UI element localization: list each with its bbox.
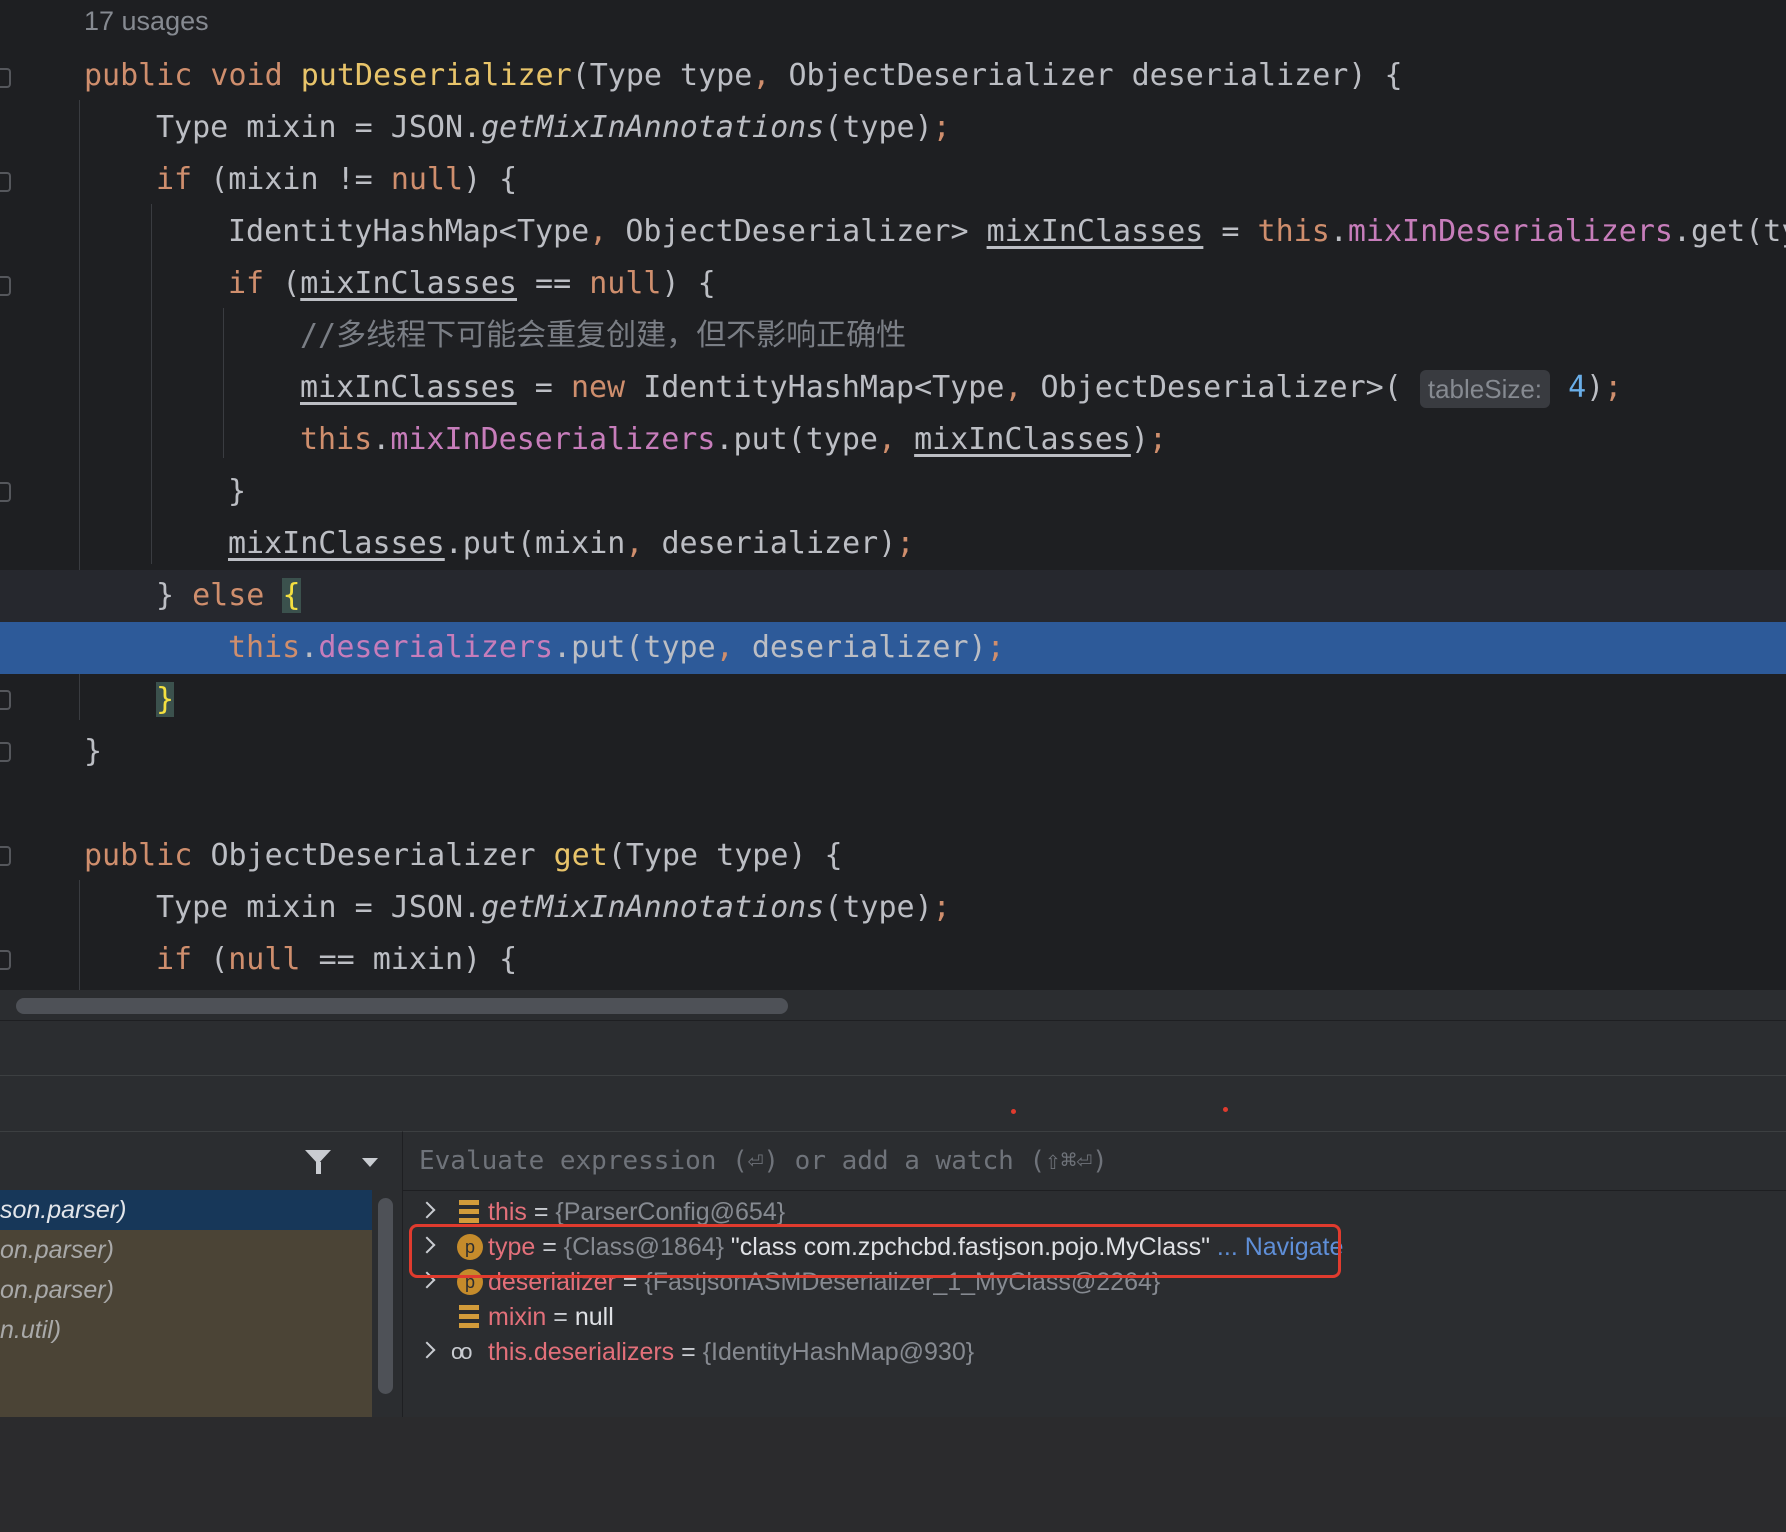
indicator-dot: [1223, 1107, 1228, 1112]
code-line[interactable]: if (mixInClasses == null) {: [0, 258, 1786, 310]
indicator-dot: [1011, 1109, 1016, 1114]
variable-equals: =: [526, 1198, 556, 1226]
code-line[interactable]: IdentityHashMap<Type, ObjectDeserializer…: [0, 206, 1786, 258]
code-line[interactable]: mixInClasses = new IdentityHashMap<Type,…: [0, 362, 1786, 414]
code-line[interactable]: Type mixin = JSON.getMixInAnnotations(ty…: [0, 882, 1786, 934]
chevron-down-icon[interactable]: [362, 1158, 378, 1167]
highlight-annotation-box: [409, 1224, 1341, 1278]
debug-toolbar: [0, 1020, 1786, 1075]
field-icon: [459, 1305, 479, 1329]
frame-item[interactable]: on.parser): [0, 1270, 372, 1310]
code-line[interactable]: public ObjectDeserializer get(Type type)…: [0, 830, 1786, 882]
frame-item[interactable]: son.parser): [0, 1190, 372, 1230]
variable-row[interactable]: mixin = null: [403, 1297, 1786, 1337]
frame-list: son.parser) on.parser) on.parser) n.util…: [0, 1190, 372, 1417]
variable-name: mixin: [488, 1303, 547, 1331]
variable-equals: =: [674, 1338, 703, 1366]
parameter-hint: tableSize:: [1419, 369, 1551, 408]
code-line[interactable]: }: [0, 674, 1786, 726]
horizontal-scrollbar-thumb[interactable]: [16, 998, 788, 1014]
code-line[interactable]: this.mixInDeserializers.put(type, mixInC…: [0, 414, 1786, 466]
variable-name: this.deserializers: [488, 1338, 675, 1366]
code-editor[interactable]: 17 usages public void putDeserializer(Ty…: [0, 0, 1786, 1000]
frame-item[interactable]: on.parser): [0, 1230, 372, 1270]
code-line-else[interactable]: } else {: [0, 570, 1786, 622]
variable-equals: =: [546, 1303, 575, 1331]
code-line[interactable]: Type mixin = JSON.getMixInAnnotations(ty…: [0, 102, 1786, 154]
chevron-right-icon[interactable]: [418, 1341, 436, 1359]
code-line[interactable]: }: [0, 466, 1786, 518]
code-line[interactable]: mixInClasses.put(mixin, deserializer);: [0, 518, 1786, 570]
frames-scrollbar[interactable]: [378, 1198, 393, 1394]
execution-point-line[interactable]: this.deserializers.put(type, deserialize…: [0, 622, 1786, 674]
variable-type: {IdentityHashMap@930}: [702, 1338, 975, 1366]
debug-tab-bar: [0, 1075, 1786, 1132]
chevron-right-icon[interactable]: [418, 1201, 436, 1219]
variable-type: {ParserConfig@654}: [555, 1198, 786, 1226]
variable-value: null: [574, 1303, 614, 1331]
variable-row[interactable]: oo this.deserializers = {IdentityHashMap…: [403, 1332, 1786, 1372]
code-line[interactable]: if (mixin != null) {: [0, 154, 1786, 206]
frames-toolbar: [0, 1132, 402, 1190]
evaluate-expression-placeholder: Evaluate expression (⏎) or add a watch (…: [419, 1146, 1108, 1176]
frames-panel: son.parser) on.parser) on.parser) n.util…: [0, 1131, 403, 1417]
field-icon: [459, 1200, 479, 1224]
watch-icon: oo: [451, 1339, 472, 1364]
code-line[interactable]: }: [0, 726, 1786, 778]
variable-name: this: [488, 1198, 527, 1226]
usages-hint[interactable]: 17 usages: [84, 6, 209, 37]
filter-icon-stem: [316, 1162, 321, 1174]
frame-item[interactable]: n.util): [0, 1310, 372, 1350]
code-line[interactable]: if (null == mixin) {: [0, 934, 1786, 986]
code-line[interactable]: public void putDeserializer(Type type, O…: [0, 50, 1786, 102]
code-line[interactable]: //多线程下可能会重复创建，但不影响正确性: [0, 310, 1786, 362]
evaluate-expression-field[interactable]: Evaluate expression (⏎) or add a watch (…: [403, 1132, 1786, 1191]
